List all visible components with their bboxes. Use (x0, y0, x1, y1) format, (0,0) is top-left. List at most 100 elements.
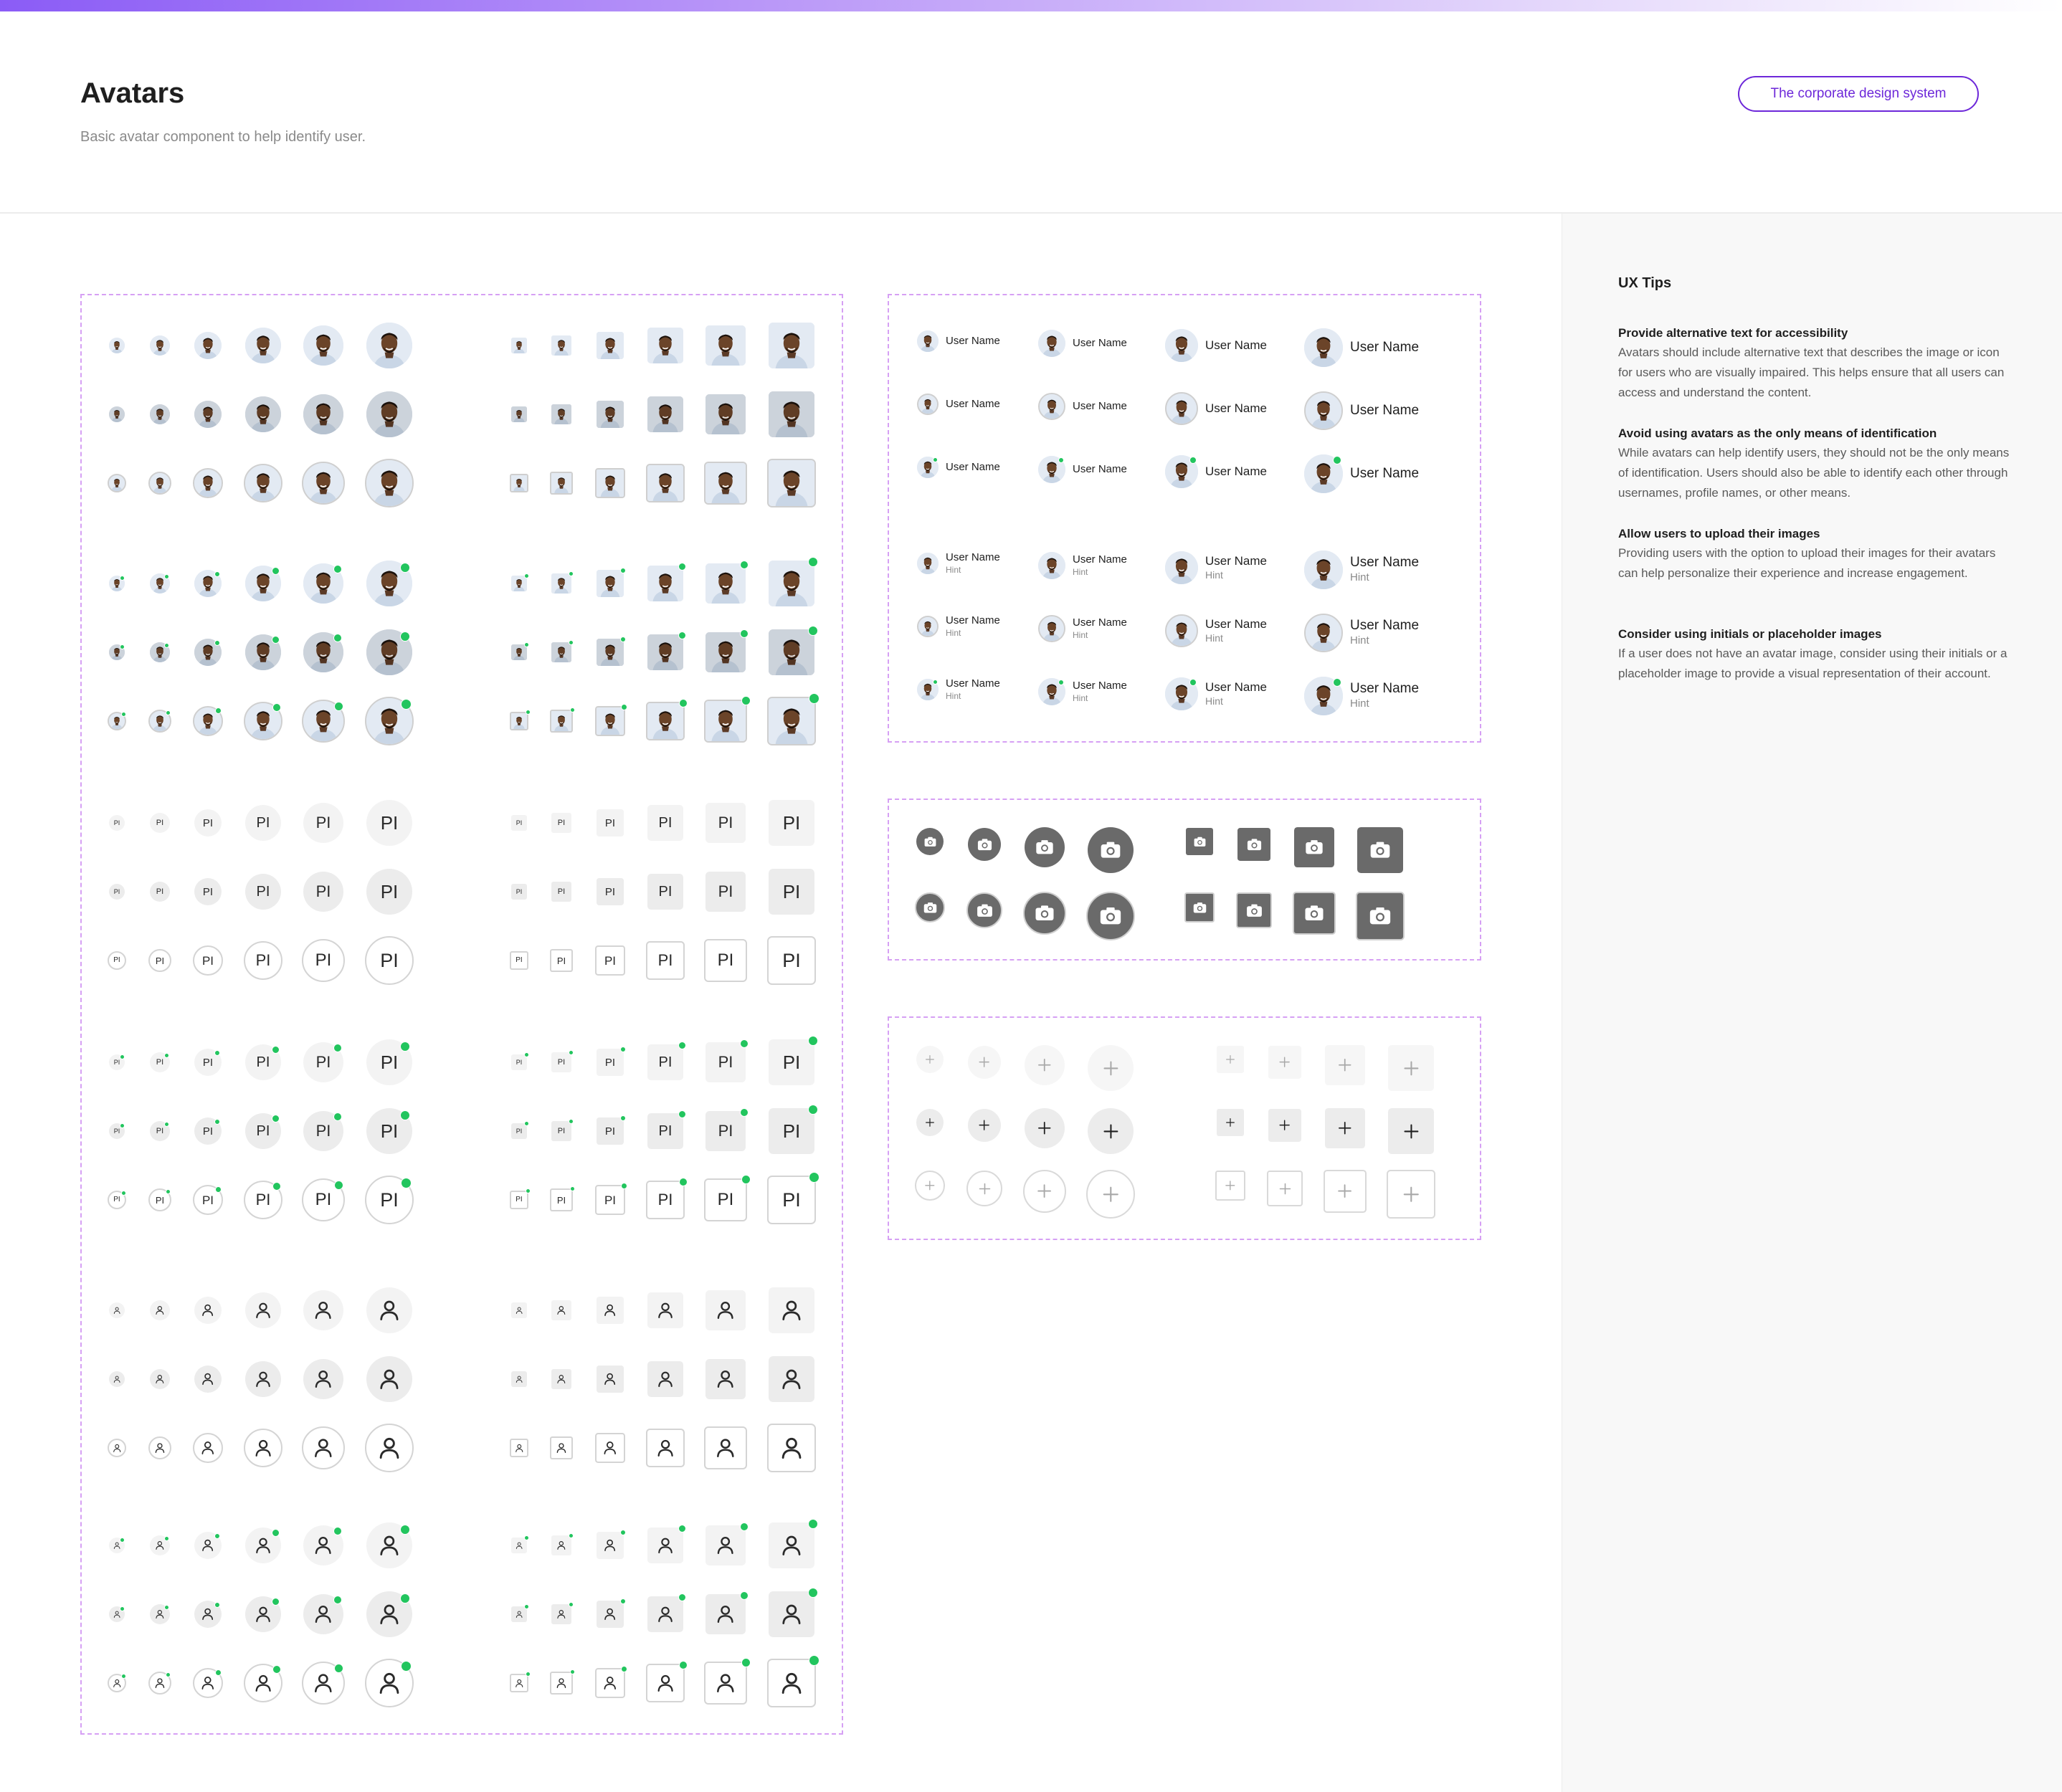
user-avatar[interactable] (1165, 614, 1198, 647)
upload-photo-button[interactable] (1236, 892, 1272, 928)
avatar-initials: PI (557, 1057, 566, 1067)
user-avatar[interactable] (1165, 551, 1198, 584)
add-avatar-button[interactable] (1388, 1108, 1434, 1154)
photo-avatar-outlined (646, 702, 685, 740)
add-avatar-button[interactable] (1388, 1045, 1434, 1091)
upload-photo-button[interactable] (968, 828, 1001, 861)
upload-photo-button[interactable] (1356, 892, 1405, 940)
user-avatar[interactable] (917, 616, 939, 637)
upload-photo-button[interactable] (1294, 827, 1334, 867)
online-status-dot (214, 639, 221, 646)
photo-avatar-outlined (193, 468, 223, 498)
upload-photo-button[interactable] (1237, 828, 1270, 861)
user-name-label: User Name (1073, 400, 1127, 412)
user-avatar[interactable] (1038, 330, 1065, 357)
online-status-dot (619, 1530, 626, 1536)
upload-photo-button[interactable] (1186, 828, 1213, 855)
add-avatar-button[interactable] (1086, 1170, 1135, 1219)
user-avatar[interactable] (917, 330, 939, 352)
add-avatar-button[interactable] (1387, 1170, 1435, 1219)
user-avatar[interactable] (1304, 614, 1343, 652)
photo-avatar-default (245, 328, 281, 363)
upload-photo-button[interactable] (916, 828, 944, 855)
user-avatar[interactable] (1304, 328, 1343, 367)
add-avatar-button[interactable] (1217, 1109, 1244, 1136)
online-status-dot (679, 698, 688, 707)
placeholder-avatar-outlined (595, 1433, 625, 1463)
upload-photo-button[interactable] (1184, 892, 1215, 923)
user-name-label: User Name (1205, 554, 1267, 568)
upload-photo-button[interactable] (966, 892, 1002, 928)
avatar-initials: PI (380, 1120, 399, 1142)
add-avatar-button[interactable] (915, 1171, 945, 1201)
initials-avatar-filled: PI (150, 882, 170, 902)
user-avatar[interactable] (917, 553, 939, 574)
add-avatar-button[interactable] (1267, 1171, 1303, 1206)
add-avatar-button[interactable] (1088, 1108, 1134, 1154)
user-avatar[interactable] (1304, 551, 1343, 589)
online-status-dot (165, 1672, 171, 1678)
user-avatar[interactable] (917, 394, 939, 415)
person-photo-icon (647, 328, 683, 363)
add-avatar-button[interactable] (1268, 1109, 1301, 1142)
upload-photo-button[interactable] (915, 892, 945, 923)
online-status-dot (272, 636, 280, 644)
initials-avatar-outlined: PI (510, 1191, 528, 1209)
user-avatar[interactable] (1038, 393, 1065, 420)
upload-photo-button[interactable] (1086, 892, 1135, 940)
add-avatar-button[interactable] (1023, 1170, 1066, 1213)
add-avatar-button[interactable] (1325, 1045, 1365, 1085)
online-status-dot (164, 1121, 170, 1127)
upload-photo-button[interactable] (1023, 892, 1066, 935)
upload-photo-button[interactable] (1357, 827, 1403, 873)
user-avatar[interactable] (1165, 329, 1198, 362)
photo-avatar-filled (769, 629, 814, 675)
add-avatar-button[interactable] (1025, 1108, 1065, 1148)
upload-photo-button[interactable] (1025, 827, 1065, 867)
add-avatar-button[interactable] (916, 1109, 944, 1136)
add-avatar-button[interactable] (968, 1109, 1001, 1142)
avatar-initials: PI (718, 1053, 733, 1071)
online-status-dot (272, 1529, 280, 1537)
add-avatar-button[interactable] (1217, 1046, 1244, 1073)
user-avatar[interactable] (1038, 615, 1065, 642)
plus-icon (1338, 1184, 1352, 1198)
user-avatar[interactable] (1038, 552, 1065, 579)
online-status-dot (333, 1112, 342, 1122)
avatar-initials: PI (315, 882, 331, 900)
upload-photo-button[interactable] (1293, 892, 1336, 935)
add-avatar-button[interactable] (966, 1171, 1002, 1206)
person-photo-icon (597, 332, 624, 359)
placeholder-avatar-filled (647, 1361, 683, 1397)
person-photo-icon (511, 338, 527, 353)
person-icon (201, 1441, 214, 1455)
add-avatar-button[interactable] (968, 1046, 1001, 1079)
user-name-label: User Name (946, 551, 1000, 563)
placeholder-avatar-filled (769, 1356, 814, 1402)
add-avatar-button[interactable] (916, 1046, 944, 1073)
online-status-dot (215, 1669, 222, 1676)
person-icon (717, 1674, 734, 1693)
online-status-dot (568, 1533, 574, 1539)
camera-icon (1194, 837, 1205, 847)
design-system-link-button[interactable]: The corporate design system (1738, 76, 1979, 112)
avatar-initials: PI (155, 1194, 165, 1206)
user-avatar[interactable] (1304, 391, 1343, 430)
user-name-label: User Name (1350, 402, 1420, 418)
person-photo-icon (551, 711, 571, 731)
user-name-label: User Name (1350, 465, 1420, 481)
user-hint-label: Hint (1350, 634, 1369, 647)
user-avatar[interactable] (1165, 392, 1198, 425)
initials-avatar-default: PI (366, 800, 412, 846)
person-icon (156, 1610, 164, 1619)
add-avatar-button[interactable] (1215, 1171, 1245, 1201)
person-photo-icon (769, 323, 814, 368)
add-avatar-button[interactable] (1325, 1108, 1365, 1148)
photo-avatar-default (303, 325, 343, 366)
add-avatar-button[interactable] (1088, 1045, 1134, 1091)
avatar-initials: PI (658, 815, 673, 831)
add-avatar-button[interactable] (1268, 1046, 1301, 1079)
add-avatar-button[interactable] (1324, 1170, 1367, 1213)
add-avatar-button[interactable] (1025, 1045, 1065, 1085)
upload-photo-button[interactable] (1088, 827, 1134, 873)
